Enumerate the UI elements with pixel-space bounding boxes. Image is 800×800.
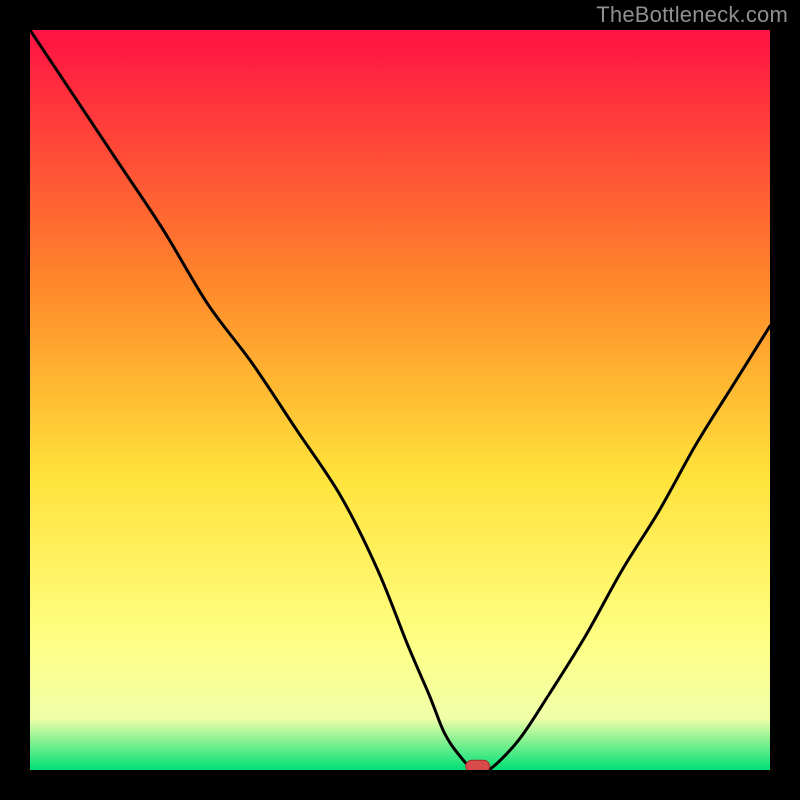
optimal-point-marker xyxy=(466,760,490,770)
plot-area xyxy=(30,30,770,770)
chart-frame: TheBottleneck.com xyxy=(0,0,800,800)
bottleneck-chart xyxy=(30,30,770,770)
gradient-background xyxy=(30,30,770,770)
watermark-text: TheBottleneck.com xyxy=(596,2,788,28)
